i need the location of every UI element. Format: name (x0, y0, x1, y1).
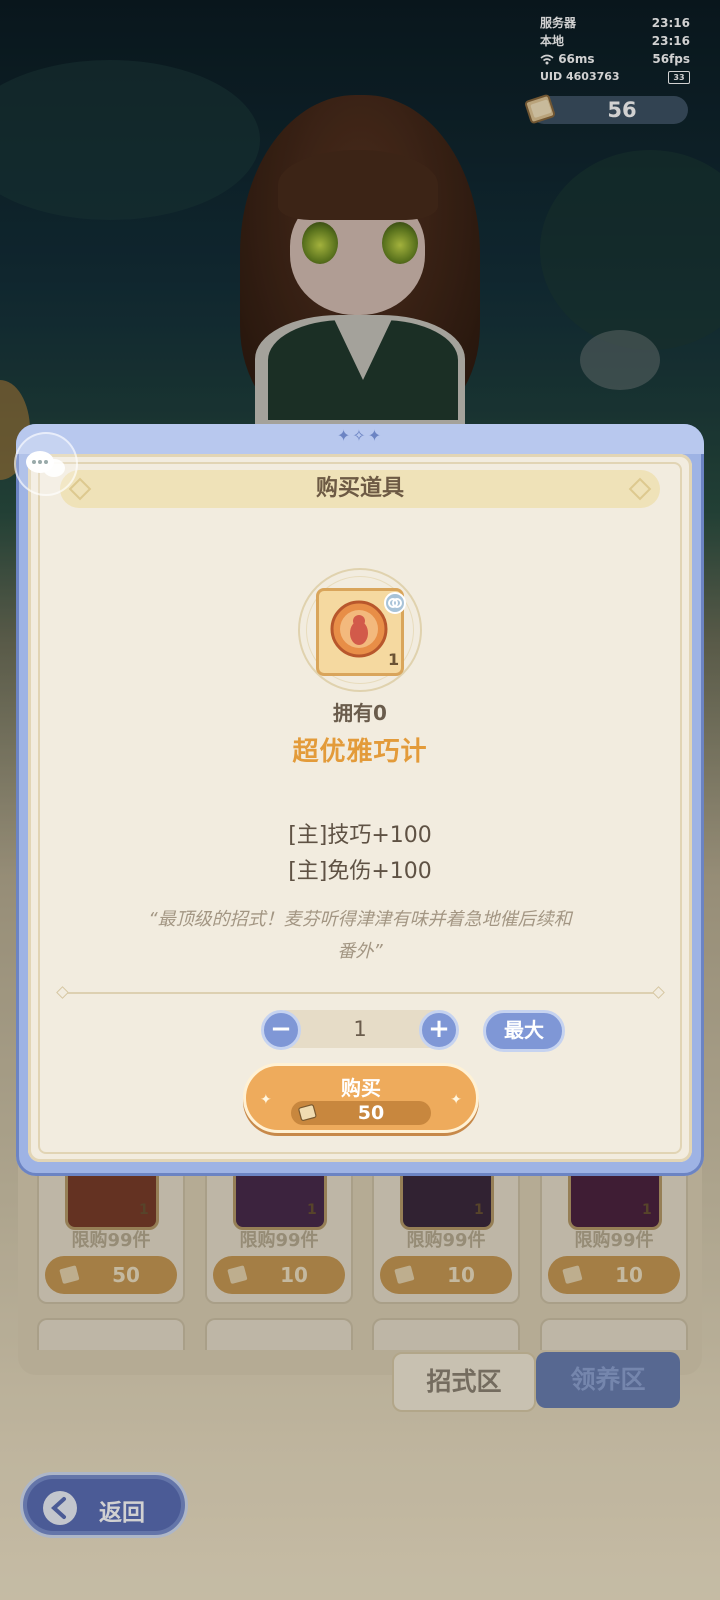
scroll-book-icon (298, 1104, 317, 1122)
buy-price-value: 50 (357, 1102, 385, 1124)
link-badge-icon (384, 592, 406, 614)
dialog-title-band: 购买道具 (60, 470, 660, 508)
increase-button[interactable]: + (419, 1010, 459, 1050)
chat-icon (26, 451, 65, 477)
buy-label: 购买 (341, 1076, 381, 1100)
flavor-line: 番外” (337, 941, 383, 962)
chat-button[interactable] (14, 432, 78, 496)
buy-button[interactable]: ✦ ✦ 购买 50 (243, 1063, 479, 1133)
decrease-button[interactable]: − (261, 1010, 301, 1050)
game-screen: 服务器 23:16 本地 23:16 66ms 56fps UID 460376… (0, 0, 720, 1600)
ornament-icon: ✦✧✦ (336, 426, 384, 445)
quantity-value[interactable]: 1 (280, 1010, 440, 1048)
flavor-line: “最顶级的招式！麦芬听得津津有味并着急地催后续和 (148, 909, 572, 930)
divider (64, 992, 656, 994)
max-quantity-button[interactable]: 最大 (483, 1010, 565, 1052)
item-name: 超优雅巧计 (292, 737, 428, 767)
item-stat: [主]免伤+100 (288, 859, 432, 884)
dialog-inner-border (38, 462, 682, 1154)
item-flavor-text: “最顶级的招式！麦芬听得津津有味并着急地催后续和 番外” (120, 904, 600, 968)
dialog-title: 购买道具 (315, 476, 404, 501)
buy-price: 50 (291, 1101, 431, 1125)
item-count-badge: 1 (388, 650, 400, 669)
owned-count: 拥有0 (333, 701, 387, 725)
item-stat: [主]技巧+100 (288, 823, 432, 848)
